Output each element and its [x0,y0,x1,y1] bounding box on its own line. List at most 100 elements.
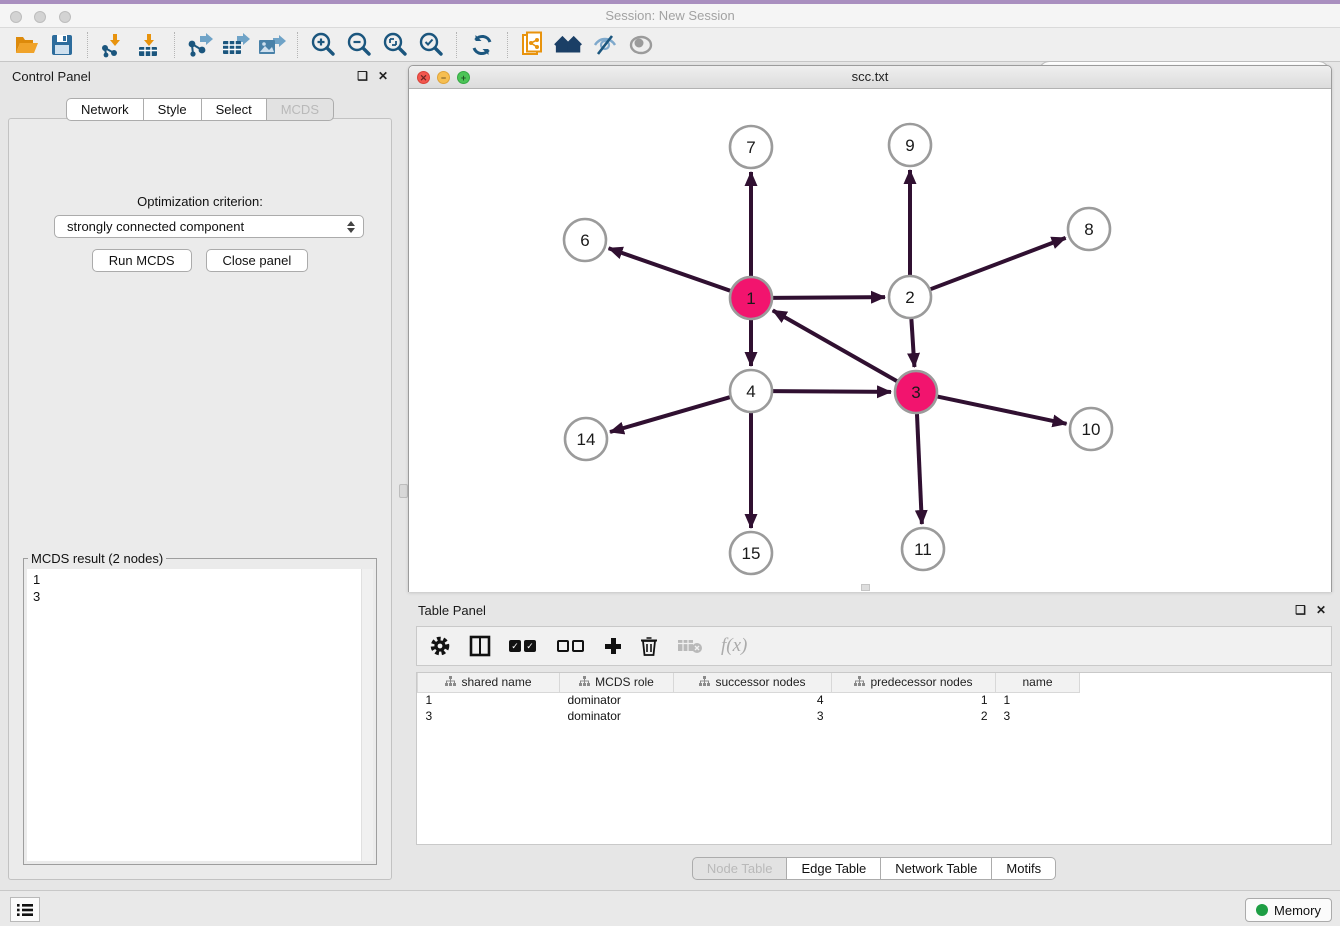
task-history-button[interactable] [10,897,40,922]
table-cell[interactable]: 3 [674,708,832,724]
zoom-in-icon[interactable] [308,31,338,59]
toolbar-separator [507,32,508,58]
network-file-icon[interactable] [518,31,548,59]
run-mcds-button[interactable]: Run MCDS [92,249,192,272]
node-1[interactable]: 1 [730,277,772,319]
node-7[interactable]: 7 [730,126,772,168]
node-6[interactable]: 6 [564,219,606,261]
close-panel-icon[interactable]: ✕ [378,69,388,83]
delete-table-icon[interactable] [677,633,703,659]
node-4[interactable]: 4 [730,370,772,412]
select-all-checks-icon[interactable]: ✓✓ [509,633,539,659]
edge-3-10[interactable] [938,397,1067,424]
column-header-MCDS-role[interactable]: MCDS role [560,673,674,692]
network-view-window[interactable]: ✕ − + scc.txt 7 9 6 8 1 2 4 3 14 10 15 11 [408,65,1332,592]
edge-3-1[interactable] [773,310,897,381]
open-session-icon[interactable] [11,31,41,59]
export-image-icon[interactable] [257,31,287,59]
function-builder-icon[interactable]: f(x) [721,633,747,659]
node-table[interactable]: shared nameMCDS rolesuccessor nodesprede… [416,672,1332,845]
zoom-out-icon[interactable] [344,31,374,59]
network-scroll-grip[interactable] [861,584,870,591]
criterion-dropdown[interactable]: strongly connected component [54,215,364,238]
panel-divider-grip[interactable] [399,484,408,498]
table-cell[interactable]: 1 [418,692,560,708]
table-row[interactable]: 1dominator411 [418,692,1080,708]
svg-text:6: 6 [580,231,589,250]
zoom-window-button[interactable] [59,11,71,23]
column-header-name[interactable]: name [996,673,1080,692]
column-header-shared-name[interactable]: shared name [418,673,560,692]
edge-4-14[interactable] [610,397,730,432]
show-eye-icon[interactable] [626,31,656,59]
column-header-predecessor-nodes[interactable]: predecessor nodes [832,673,996,692]
tab-motifs[interactable]: Motifs [992,857,1056,880]
node-11[interactable]: 11 [902,528,944,570]
close-view-button[interactable]: ✕ [417,71,430,84]
node-9[interactable]: 9 [889,124,931,166]
import-network-icon[interactable] [98,31,128,59]
memory-label: Memory [1274,903,1321,918]
edge-3-11[interactable] [917,414,922,524]
table-cell[interactable]: dominator [560,692,674,708]
float-table-panel-icon[interactable]: ❑ [1295,603,1306,617]
table-cell[interactable]: 2 [832,708,996,724]
close-table-panel-icon[interactable]: ✕ [1316,603,1326,617]
node-3[interactable]: 3 [895,371,937,413]
table-cell[interactable]: 3 [418,708,560,724]
tab-edge-table[interactable]: Edge Table [787,857,881,880]
result-scrollbar[interactable] [361,569,373,861]
tab-network[interactable]: Network [66,98,144,121]
refresh-icon[interactable] [467,31,497,59]
table-row[interactable]: 3dominator323 [418,708,1080,724]
mcds-result-list[interactable]: 1 3 [27,569,373,861]
close-window-button[interactable] [10,11,22,23]
delete-column-icon[interactable] [639,633,659,659]
edge-1-6[interactable] [609,248,731,290]
minimize-window-button[interactable] [34,11,46,23]
network-graph-canvas[interactable]: 7 9 6 8 1 2 4 3 14 10 15 11 [409,89,1331,592]
export-network-icon[interactable] [185,31,215,59]
gear-icon[interactable] [429,633,451,659]
save-session-icon[interactable] [47,31,77,59]
zoom-selected-icon[interactable] [416,31,446,59]
edge-4-3[interactable] [773,391,891,392]
edge-2-3[interactable] [911,319,914,367]
table-cell[interactable]: dominator [560,708,674,724]
column-header-successor-nodes[interactable]: successor nodes [674,673,832,692]
node-14[interactable]: 14 [565,418,607,460]
zoom-fit-icon[interactable] [380,31,410,59]
table-cell[interactable]: 1 [996,692,1080,708]
status-bar: Memory [0,890,1340,926]
add-column-icon[interactable] [605,633,621,659]
close-panel-button[interactable]: Close panel [206,249,309,272]
node-10[interactable]: 10 [1070,408,1112,450]
home-icon[interactable] [554,31,584,59]
tab-select[interactable]: Select [202,98,267,121]
maximize-view-button[interactable]: + [457,71,470,84]
float-panel-icon[interactable]: ❑ [357,69,368,83]
deselect-checks-icon[interactable] [557,633,587,659]
mcds-result-title: MCDS result (2 nodes) [28,551,166,566]
edge-2-8[interactable] [931,238,1066,289]
import-table-icon[interactable] [134,31,164,59]
node-8[interactable]: 8 [1068,208,1110,250]
tab-node-table[interactable]: Node Table [692,857,788,880]
tab-network-table[interactable]: Network Table [881,857,992,880]
column-layout-icon[interactable] [469,633,491,659]
minimize-view-button[interactable]: − [437,71,450,84]
network-window-titlebar[interactable]: ✕ − + scc.txt [409,66,1331,89]
node-15[interactable]: 15 [730,532,772,574]
hide-selected-icon[interactable] [590,31,620,59]
memory-button[interactable]: Memory [1245,898,1332,922]
node-2[interactable]: 2 [889,276,931,318]
svg-text:11: 11 [914,540,932,559]
tab-mcds[interactable]: MCDS [267,98,334,121]
edge-1-2[interactable] [773,297,885,298]
table-cell[interactable]: 3 [996,708,1080,724]
table-cell[interactable]: 1 [832,692,996,708]
export-table-icon[interactable] [221,31,251,59]
tab-style[interactable]: Style [144,98,202,121]
titlebar[interactable]: Session: New Session [0,4,1340,28]
table-cell[interactable]: 4 [674,692,832,708]
